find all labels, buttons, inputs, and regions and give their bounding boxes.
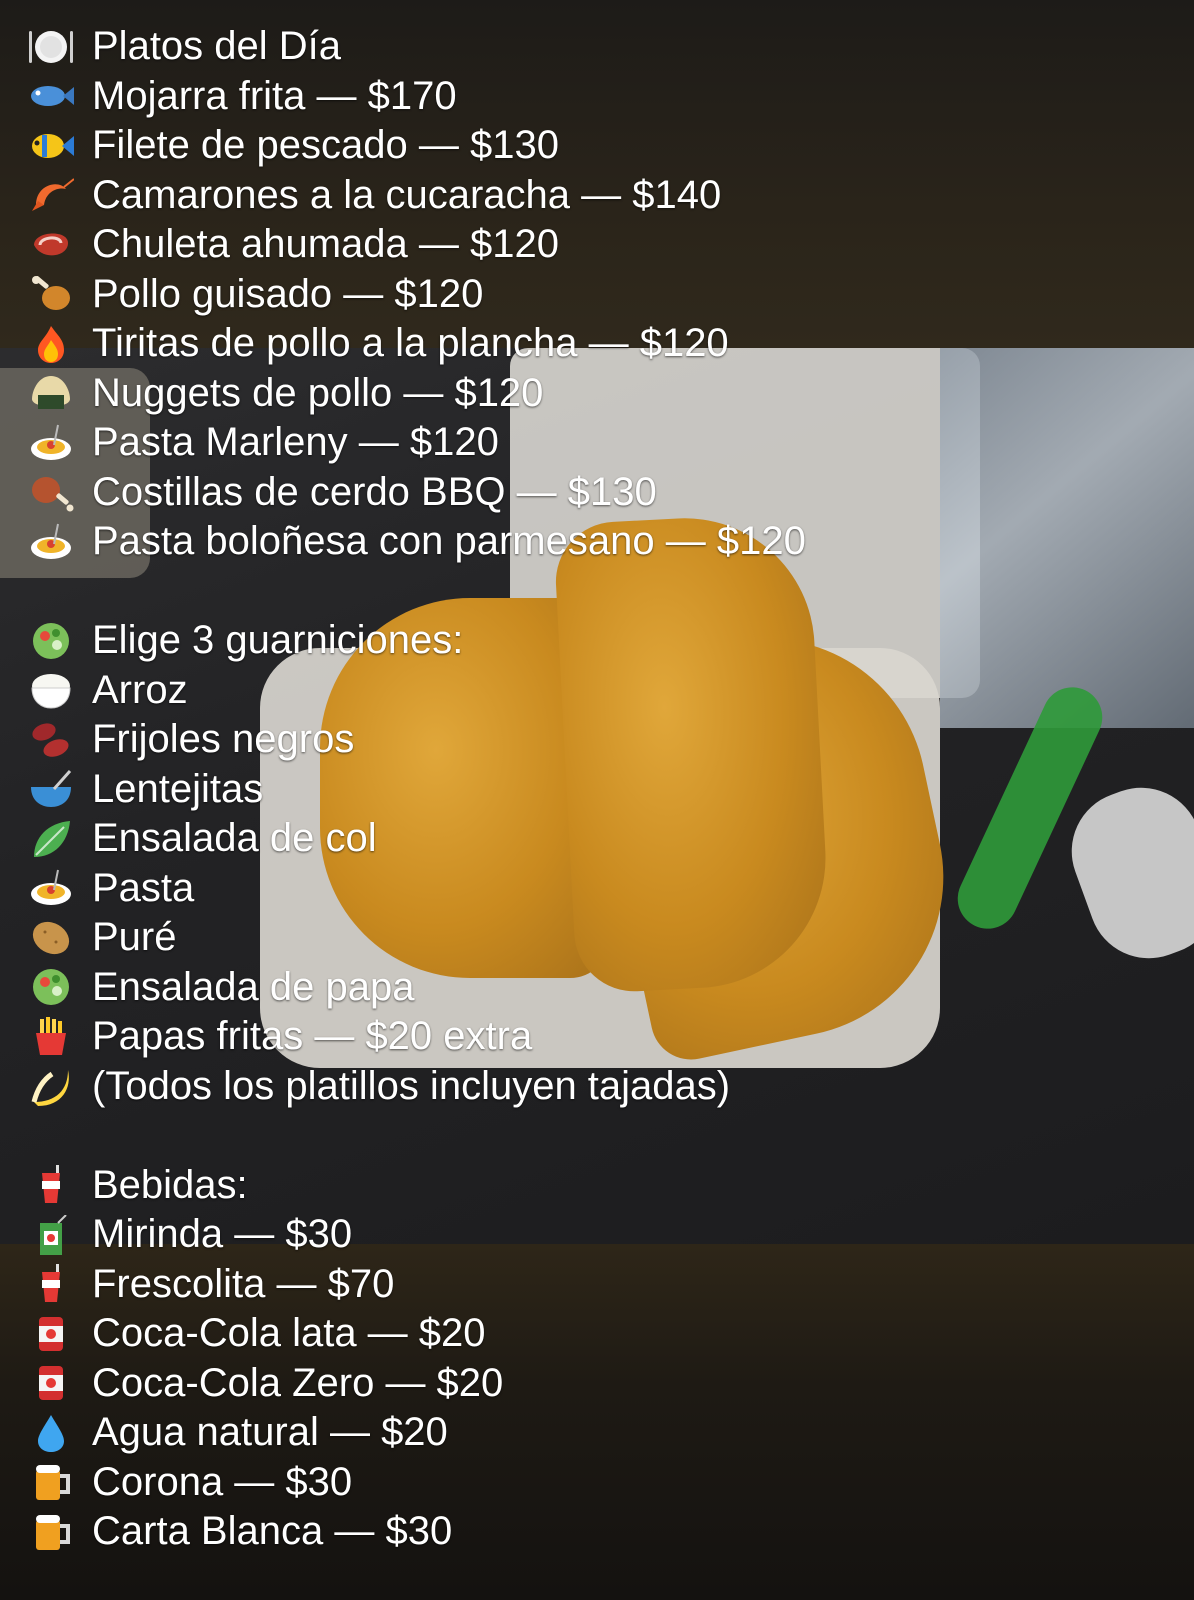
potato-icon [26,915,76,961]
side-text: Lentejitas [92,766,264,811]
section-title-row: Elige 3 guarniciones: [26,616,1176,666]
drink-row: Carta Blanca — $30 [26,1507,1176,1557]
side-text: Frijoles negros [92,717,355,762]
poultry-leg-icon [26,271,76,317]
beans-icon [26,717,76,763]
shrimp-icon [26,172,76,218]
side-text: Ensalada de papa [92,964,415,1009]
drink-text: Mirinda — $30 [92,1212,353,1257]
section-title-row: Platos del Día [26,22,1176,72]
droplet-icon [26,1410,76,1456]
salad-icon [26,964,76,1010]
leafy-green-icon [26,816,76,862]
tropical-fish-icon [26,123,76,169]
dish-text: Mojarra frita — $170 [92,73,457,118]
canned-food-icon [26,1311,76,1357]
side-text: Papas fritas — $20 extra [92,1014,533,1059]
side-text: Pasta [92,865,195,910]
dish-text: Costillas de cerdo BBQ — $130 [92,469,657,514]
dish-row: Filete de pescado — $130 [26,121,1176,171]
french-fries-icon [26,1014,76,1060]
rice-icon [26,667,76,713]
dishes-section: Platos del Día Mojarra frita — $170 Filet… [26,22,1176,567]
dish-text: Filete de pescado — $130 [92,123,559,168]
dish-row: Camarones a la cucaracha — $140 [26,171,1176,221]
drink-row: Mirinda — $30 [26,1210,1176,1260]
dishes-title: Platos del Día [92,24,342,69]
drink-text: Carta Blanca — $30 [92,1509,453,1554]
spaghetti-icon [26,865,76,911]
rice-ball-icon [26,370,76,416]
drink-row: Agua natural — $20 [26,1408,1176,1458]
side-text: Arroz [92,667,188,712]
drink-row: Coca-Cola lata — $20 [26,1309,1176,1359]
drink-row: Frescolita — $70 [26,1260,1176,1310]
side-row: Puré [26,913,1176,963]
section-title-row: Bebidas: [26,1161,1176,1211]
salad-icon [26,618,76,664]
drink-row: Coca-Cola Zero — $20 [26,1359,1176,1409]
drink-text: Corona — $30 [92,1459,353,1504]
dish-row: Chuleta ahumada — $120 [26,220,1176,270]
side-row: Papas fritas — $20 extra [26,1012,1176,1062]
drink-text: Coca-Cola Zero — $20 [92,1360,504,1405]
juice-box-icon [26,1212,76,1258]
drink-text: Coca-Cola lata — $20 [92,1311,486,1356]
dish-row: Tiritas de pollo a la plancha — $120 [26,319,1176,369]
side-row: Lentejitas [26,765,1176,815]
side-row: Arroz [26,666,1176,716]
steak-icon [26,222,76,268]
banana-icon [26,1063,76,1109]
drink-text: Agua natural — $20 [92,1410,448,1455]
dish-text: Camarones a la cucaracha — $140 [92,172,722,217]
spaghetti-icon [26,420,76,466]
drink-text: Frescolita — $70 [92,1261,395,1306]
side-row: Ensalada de papa [26,963,1176,1013]
cup-with-straw-icon [26,1261,76,1307]
spaghetti-icon [26,519,76,565]
side-text: (Todos los platillos incluyen tajadas) [92,1063,731,1108]
dish-row: Pasta boloñesa con parmesano — $120 [26,517,1176,567]
dish-row: Pollo guisado — $120 [26,270,1176,320]
menu-text: Platos del Día Mojarra frita — $170 Filet… [26,22,1176,1557]
drinks-title: Bebidas: [92,1162,248,1207]
drink-row: Corona — $30 [26,1458,1176,1508]
side-row: Frijoles negros [26,715,1176,765]
side-row: (Todos los platillos incluyen tajadas) [26,1062,1176,1112]
fire-icon [26,321,76,367]
side-row: Ensalada de col [26,814,1176,864]
drinks-section: Bebidas: Mirinda — $30 Frescolita — $70 Co… [26,1161,1176,1557]
beer-mug-icon [26,1509,76,1555]
sides-section: Elige 3 guarniciones: Arroz Frijoles negr… [26,616,1176,1111]
side-row: Pasta [26,864,1176,914]
side-text: Ensalada de col [92,816,377,861]
dish-text: Pasta Marleny — $120 [92,420,499,465]
dish-text: Chuleta ahumada — $120 [92,222,559,267]
dish-text: Pasta boloñesa con parmesano — $120 [92,519,806,564]
beer-mug-icon [26,1459,76,1505]
fish-icon [26,73,76,119]
meat-on-bone-icon [26,469,76,515]
dish-text: Tiritas de pollo a la plancha — $120 [92,321,729,366]
dish-row: Nuggets de pollo — $120 [26,369,1176,419]
bowl-with-spoon-icon [26,766,76,812]
dish-row: Costillas de cerdo BBQ — $130 [26,468,1176,518]
cup-with-straw-icon [26,1162,76,1208]
sides-title: Elige 3 guarniciones: [92,618,464,663]
canned-food-icon [26,1360,76,1406]
dish-row: Mojarra frita — $170 [26,72,1176,122]
dish-text: Nuggets de pollo — $120 [92,370,544,415]
dish-text: Pollo guisado — $120 [92,271,484,316]
plate-cutlery-icon [26,24,76,70]
dish-row: Pasta Marleny — $120 [26,418,1176,468]
side-text: Puré [92,915,177,960]
